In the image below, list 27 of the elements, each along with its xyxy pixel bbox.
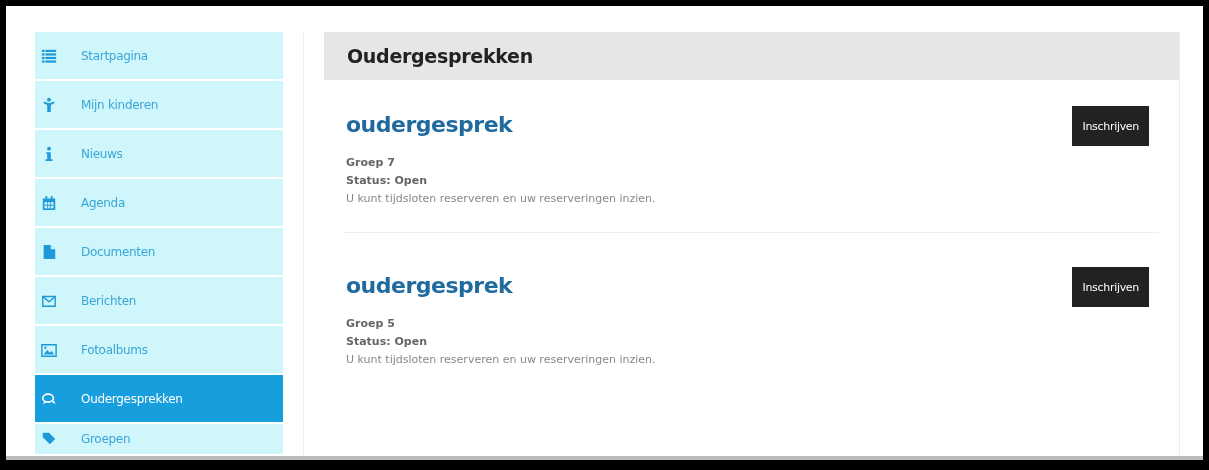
description-text: U kunt tijdsloten reserveren en uw reserveringen inzien. [346, 191, 657, 207]
sidebar-item[interactable]: Groepen [35, 424, 283, 454]
sidebar-item[interactable]: Fotoalbums [35, 326, 283, 373]
document-icon [41, 243, 57, 260]
chat-icon [41, 390, 57, 407]
status-label: Status: Open [346, 334, 428, 350]
child-icon [41, 96, 57, 113]
sidebar-item[interactable]: Agenda [35, 179, 283, 226]
sidebar-item[interactable]: Oudergesprekken [35, 375, 283, 422]
appointment-title: oudergesprek [346, 112, 513, 137]
sidebar-item[interactable]: Mijn kinderen [35, 81, 283, 128]
tag-icon [41, 431, 57, 447]
image-icon [41, 341, 57, 358]
group-label: Groep 5 [346, 316, 396, 332]
signup-button[interactable]: Inschrijven [1072, 106, 1149, 146]
signup-button[interactable]: Inschrijven [1072, 267, 1149, 307]
status-label: Status: Open [346, 173, 428, 189]
sidebar-item[interactable]: Documenten [35, 228, 283, 275]
sidebar-item[interactable]: Startpagina [35, 32, 283, 79]
calendar-icon [41, 194, 57, 211]
group-label: Groep 7 [346, 155, 396, 171]
page-title: Oudergesprekken [347, 45, 533, 67]
list-icon [41, 47, 57, 64]
appointment-title: oudergesprek [346, 273, 513, 298]
description-text: U kunt tijdsloten reserveren en uw reserveringen inzien. [346, 352, 657, 368]
sidebar-item[interactable]: Berichten [35, 277, 283, 324]
sidebar-item[interactable]: Nieuws [35, 130, 283, 177]
